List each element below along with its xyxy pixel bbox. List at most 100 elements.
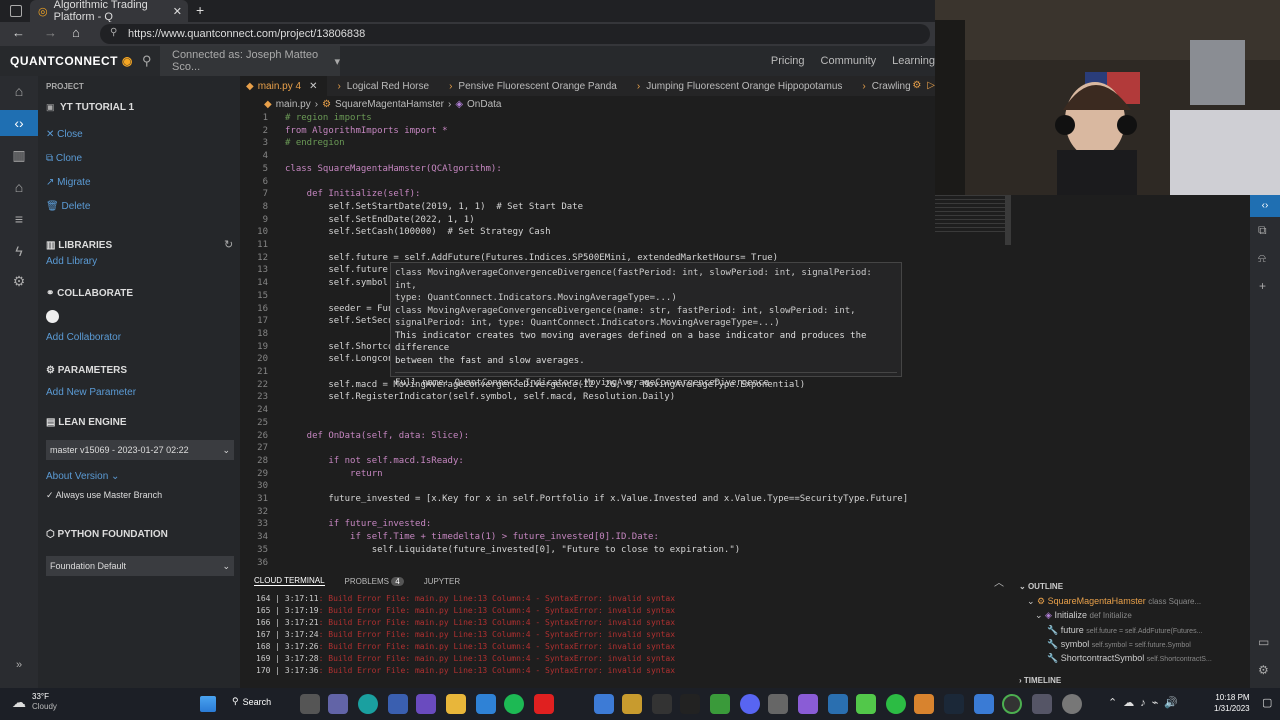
notification-icon[interactable]: ▢ — [1262, 696, 1272, 709]
new-tab-icon[interactable]: + — [196, 2, 204, 18]
run-icon[interactable]: ▷ — [927, 76, 935, 96]
plus-icon[interactable]: + — [1259, 279, 1266, 293]
tab-jumping-hippo[interactable]: › Jumping Fluorescent Orange Hippopotamus — [627, 76, 853, 96]
app-icon[interactable] — [914, 694, 934, 714]
quantconnect-logo[interactable]: QUANTCONNECT ◉ — [10, 54, 133, 68]
weather-widget[interactable]: ☁ 33°F Cloudy — [12, 692, 57, 712]
code-line[interactable]: if self.Time + timedelta(1) > future_inv… — [285, 532, 659, 542]
code-line[interactable]: seeder = Fun — [285, 304, 393, 314]
code-line[interactable]: def OnData(self, data: Slice): — [285, 431, 470, 441]
breadcrumb-file[interactable]: main.py — [276, 99, 311, 110]
code-line[interactable]: # endregion — [285, 138, 345, 148]
site-info-icon[interactable]: ⚲ — [110, 27, 117, 38]
about-version-link[interactable]: About Version ⌄ — [46, 471, 119, 482]
database-icon[interactable]: ≡ — [10, 210, 28, 228]
nav-learning[interactable]: Learning — [892, 55, 935, 67]
add-parameter-link[interactable]: Add New Parameter — [46, 387, 136, 398]
tab-pensive-panda[interactable]: › Pensive Fluorescent Orange Panda — [439, 76, 627, 96]
forward-arrow-icon[interactable]: → — [44, 25, 57, 40]
taskbar-search[interactable]: ⚲ Search — [232, 696, 271, 707]
app-icon[interactable] — [1002, 694, 1022, 714]
code-line[interactable]: self.Liquidate(future_invested[0], "Futu… — [285, 545, 740, 555]
code-line[interactable]: future_invested = [x.Key for x in self.P… — [285, 494, 908, 504]
code-line[interactable]: self.Longcon — [285, 354, 393, 364]
outline-item[interactable]: 🔧 symbol self.symbol = self.future.Symbo… — [1047, 639, 1213, 650]
delete-project-link[interactable]: 🗑 Delete — [46, 201, 90, 212]
code-line[interactable]: class SquareMagentaHamster(QCAlgorithm): — [285, 164, 502, 174]
timeline-heading[interactable]: › TIMELINE — [1019, 676, 1061, 685]
migrate-project-link[interactable]: ↗ Migrate — [46, 177, 91, 188]
chat-icon[interactable]: ▭ — [1258, 635, 1269, 649]
settings-icon[interactable]: ⚙ — [1258, 663, 1269, 677]
app-icon[interactable] — [710, 694, 730, 714]
connected-as-dropdown[interactable]: Connected as: Joseph Matteo Sco... ▾ — [160, 46, 340, 76]
tab-logical-red-horse[interactable]: › Logical Red Horse — [327, 76, 439, 96]
chevron-up-icon[interactable]: ︿ — [994, 574, 1004, 589]
close-icon[interactable]: ✕ — [173, 5, 182, 18]
code-line[interactable]: self.symbol — [285, 278, 388, 288]
always-master-checkbox[interactable]: ✓ Always use Master Branch — [46, 490, 162, 501]
app-icon[interactable] — [416, 694, 436, 714]
steam-icon[interactable] — [944, 694, 964, 714]
nav-community[interactable]: Community — [821, 55, 877, 67]
tab-cloud-terminal[interactable]: CLOUD TERMINAL — [254, 576, 325, 586]
home-icon[interactable]: ⌂ — [10, 82, 28, 100]
lean-version-select[interactable]: master v15069 - 2023-01-27 02:22 ⌄ — [46, 440, 234, 460]
add-library-link[interactable]: Add Library — [46, 256, 97, 267]
file-explorer-icon[interactable] — [446, 694, 466, 714]
home-icon[interactable]: ⌂ — [72, 25, 80, 40]
edge-icon[interactable] — [358, 694, 378, 714]
outline-item[interactable]: 🔧 future self.future = self.AddFuture(Fu… — [1047, 625, 1213, 636]
code-line[interactable]: from AlgorithmImports import * — [285, 126, 448, 136]
avatar[interactable] — [46, 310, 59, 323]
code-line[interactable]: self.SetSecu — [285, 316, 393, 326]
outline-item[interactable]: 🔧 ShortcontractSymbol self.Shortcontract… — [1047, 653, 1213, 664]
settings-icon[interactable]: ⚙ — [912, 76, 921, 96]
code-line[interactable]: self.SetCash(100000) # Set Strategy Cash — [285, 227, 550, 237]
app-icon[interactable] — [622, 694, 642, 714]
start-icon[interactable] — [200, 696, 216, 712]
app-icon[interactable] — [388, 694, 408, 714]
app-icon[interactable] — [856, 694, 876, 714]
nav-pricing[interactable]: Pricing — [771, 55, 805, 67]
task-view-icon[interactable] — [300, 694, 320, 714]
chart-icon[interactable]: ▥ — [10, 146, 28, 164]
tab-problems[interactable]: PROBLEMS 4 — [345, 576, 404, 586]
spotify-icon[interactable] — [504, 694, 524, 714]
code-line[interactable]: return — [285, 469, 383, 479]
app-icon[interactable] — [680, 694, 700, 714]
code-line[interactable]: self.SetEndDate(2022, 1, 1) — [285, 215, 474, 225]
visual-studio-icon[interactable] — [798, 694, 818, 714]
minimap[interactable] — [935, 195, 1007, 235]
expand-icon[interactable]: » — [10, 656, 28, 674]
app-icon[interactable] — [768, 694, 788, 714]
app-icon[interactable] — [974, 694, 994, 714]
search-icon[interactable]: ⚲ — [142, 53, 152, 69]
code-line[interactable]: if not self.macd.IsReady: — [285, 456, 463, 466]
settings-icon[interactable]: ⚙ — [10, 272, 28, 290]
window-menu-icon[interactable] — [10, 5, 22, 17]
discord-icon[interactable] — [740, 694, 760, 714]
tab-jupyter[interactable]: JUPYTER — [424, 577, 460, 586]
mail-icon[interactable] — [476, 694, 496, 714]
clock[interactable]: 10:18 PM 1/31/2023 — [1214, 692, 1250, 714]
foundation-select[interactable]: Foundation Default ⌄ — [46, 556, 234, 576]
app-icon[interactable] — [652, 694, 672, 714]
clone-project-link[interactable]: ⧉ Clone — [46, 153, 82, 164]
outline-method[interactable]: ⌄ ◈ Initialize def Initialize — [1035, 610, 1132, 621]
code-line[interactable]: self.Shortco — [285, 342, 393, 352]
teams-icon[interactable] — [328, 694, 348, 714]
app-icon[interactable] — [1062, 694, 1082, 714]
store-icon[interactable] — [594, 694, 614, 714]
tab-main-py[interactable]: ◆ main.py 4 ✕ — [240, 76, 328, 96]
app-icon[interactable] — [1032, 694, 1052, 714]
url-field[interactable]: ⚲ https://www.quantconnect.com/project/1… — [100, 24, 930, 44]
ai-assistant-icon[interactable]: ⧉ — [1258, 223, 1267, 238]
code-line[interactable]: self.future. — [285, 265, 393, 275]
system-tray[interactable]: ⌃☁♪⌁🔊 — [1108, 696, 1184, 709]
graduation-cap-icon[interactable]: ⌂ — [10, 178, 28, 196]
code-line[interactable]: if future_invested: — [285, 519, 431, 529]
code-line[interactable]: self.RegisterIndicator(self.symbol, self… — [285, 392, 675, 402]
close-project-link[interactable]: ✕ Close — [46, 129, 83, 140]
code-icon[interactable]: ‹› — [0, 110, 38, 136]
